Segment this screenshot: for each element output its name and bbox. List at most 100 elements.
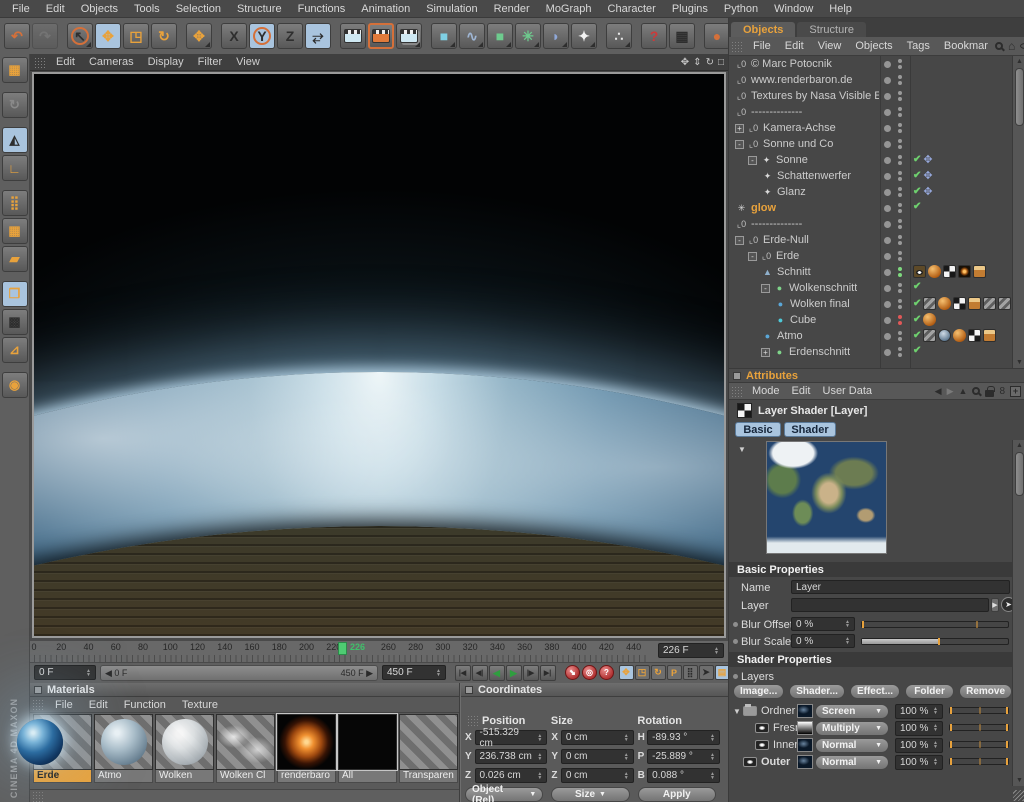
panel-icon[interactable] xyxy=(733,372,741,380)
tree-row--[interactable]: ⌞0-------------- xyxy=(729,104,1024,120)
tab-objects[interactable]: Objects xyxy=(731,22,795,37)
tree-row-erde-null[interactable]: -⌞0Erde-Null xyxy=(729,232,1024,248)
layer-dot-icon[interactable] xyxy=(884,109,891,116)
layer-dot-icon[interactable] xyxy=(884,349,891,356)
menu-help[interactable]: Help xyxy=(821,2,860,16)
shader-layer-row-outer[interactable]: OuterNormal▼100 %▲▼ xyxy=(729,754,1012,770)
materials-menu-function[interactable]: Function xyxy=(116,699,174,711)
viewport-menu-display[interactable]: Display xyxy=(141,56,191,68)
layer-field[interactable] xyxy=(791,598,989,612)
visibility-dots-icon[interactable] xyxy=(898,107,902,117)
enabled-check-icon[interactable]: ✔ xyxy=(913,298,921,309)
expression-tag-icon[interactable]: ✥ xyxy=(923,153,932,166)
add-deformer-icon[interactable]: ◗ xyxy=(543,23,569,49)
remove-button[interactable]: Remove xyxy=(959,684,1012,699)
move-tool-icon[interactable]: ✥ xyxy=(95,23,121,49)
eye-filter-icon[interactable] xyxy=(1020,43,1024,49)
layer-menu-icon[interactable]: ▶ xyxy=(991,598,999,612)
menu-window[interactable]: Window xyxy=(766,2,821,16)
search-icon[interactable] xyxy=(972,387,980,395)
texture-mode-icon[interactable]: ▩ xyxy=(2,309,28,335)
stepper-icon[interactable]: ▲▼ xyxy=(711,647,719,655)
point-mode-icon[interactable]: ⣿ xyxy=(2,190,28,216)
timeline-playhead[interactable] xyxy=(338,642,347,655)
redo-icon[interactable]: ↷ xyxy=(32,23,58,49)
uvw-tag-icon[interactable] xyxy=(953,297,966,310)
material-thumbnail-earth[interactable] xyxy=(33,714,92,770)
next-key-button[interactable]: |▶ xyxy=(523,665,539,681)
objects-menu-file[interactable]: File xyxy=(746,40,778,52)
layer-thumbnail[interactable] xyxy=(797,738,813,752)
layer-dot-icon[interactable] xyxy=(884,125,891,132)
add-mograph-icon[interactable]: ✳ xyxy=(515,23,541,49)
menu-character[interactable]: Character xyxy=(600,2,664,16)
enabled-check-icon[interactable]: ✔ xyxy=(913,330,921,341)
enabled-check-icon[interactable]: ✔ xyxy=(913,201,921,212)
enabled-check-icon[interactable]: ✔ xyxy=(913,170,921,181)
viewport-menu-cameras[interactable]: Cameras xyxy=(82,56,141,68)
timeline-ruler[interactable]: 0204060801001201401601802002202602803003… xyxy=(34,641,650,663)
folder-icon[interactable] xyxy=(743,706,757,716)
material-item[interactable]: Transparen xyxy=(399,714,458,783)
coords-field-size-z[interactable]: 0 cm▲▼ xyxy=(561,768,634,783)
visibility-dots-icon[interactable] xyxy=(898,315,902,325)
polygon-mode-icon[interactable]: ▰ xyxy=(2,246,28,272)
coords-field-size-y[interactable]: 0 cm▲▼ xyxy=(561,749,634,764)
history-back-icon[interactable]: ◀ xyxy=(935,386,942,397)
objectrel-dropdown[interactable]: Object (Rel)▼ xyxy=(465,787,543,802)
parent-up-icon[interactable]: ▲ xyxy=(959,386,968,396)
collapse-icon[interactable]: - xyxy=(735,236,744,245)
tree-row-textures-by-nasa-visible-eart[interactable]: ⌞0Textures by Nasa Visible Eart xyxy=(729,88,1024,104)
content-browser-icon[interactable]: ● xyxy=(704,23,730,49)
keyframe-selection-button[interactable]: ? xyxy=(599,665,614,680)
eye-icon[interactable] xyxy=(743,757,757,767)
phong-tag-icon[interactable] xyxy=(938,297,951,310)
material-thumbnail-flat-clouds[interactable] xyxy=(216,714,275,770)
shader-layer-row-inner[interactable]: InnerNormal▼100 %▲▼ xyxy=(729,737,1012,753)
enabled-check-icon[interactable]: ✔ xyxy=(913,154,921,165)
tree-row-wolkenschnitt[interactable]: -●Wolkenschnitt✔ xyxy=(729,280,1024,296)
coords-field-rotation-b[interactable]: 0.088 °▲▼ xyxy=(647,768,720,783)
pan-view-icon[interactable]: ✥ xyxy=(681,57,689,68)
phong-tag-icon[interactable] xyxy=(953,329,966,342)
glow-tag-icon[interactable] xyxy=(958,265,971,278)
tree-row-schnitt[interactable]: ▲Schnitt xyxy=(729,264,1024,280)
tree-row-sonne-und-co[interactable]: -⌞0Sonne und Co xyxy=(729,136,1024,152)
blend-mode-dropdown[interactable]: Screen▼ xyxy=(815,704,889,719)
stepper-icon[interactable]: ▲▼ xyxy=(433,669,441,677)
lock-icon[interactable] xyxy=(985,390,994,397)
key-rotation-toggle[interactable]: ↻ xyxy=(651,665,666,680)
folder-button[interactable]: Folder xyxy=(905,684,954,699)
add-spline-icon[interactable]: ∿ xyxy=(459,23,485,49)
y-axis-lock-icon[interactable]: Y xyxy=(249,23,275,49)
visibility-dots-icon[interactable] xyxy=(898,235,902,245)
object-mode-icon[interactable]: ◭ xyxy=(2,127,28,153)
material-thumbnail-clouds[interactable] xyxy=(155,714,214,770)
x-axis-lock-icon[interactable]: X xyxy=(221,23,247,49)
autokeying-button[interactable]: ◎ xyxy=(582,665,597,680)
eye-tag-icon[interactable] xyxy=(913,265,926,278)
layer-dot-icon[interactable] xyxy=(884,173,891,180)
attributes-menu-user-data[interactable]: User Data xyxy=(817,385,879,397)
layer-dot-icon[interactable] xyxy=(884,333,891,340)
apply-button[interactable]: Apply xyxy=(638,787,716,802)
visibility-dots-icon[interactable] xyxy=(898,203,902,213)
eye-icon[interactable] xyxy=(755,740,769,750)
attributes-menu-edit[interactable]: Edit xyxy=(786,385,817,397)
coords-field-size-x[interactable]: 0 cm▲▼ xyxy=(561,730,634,745)
goto-end-button[interactable]: ▶| xyxy=(540,665,556,681)
tree-row-glanz[interactable]: ✦Glanz✔✥ xyxy=(729,184,1024,200)
add-cube-icon[interactable]: ■ xyxy=(431,23,457,49)
layer-dot-icon[interactable] xyxy=(884,237,891,244)
scroll-up-icon[interactable]: ▲ xyxy=(1013,440,1024,451)
goto-start-button[interactable]: |◀ xyxy=(455,665,471,681)
visibility-dots-icon[interactable] xyxy=(898,171,902,181)
panel-grip[interactable] xyxy=(731,386,744,397)
visibility-dots-icon[interactable] xyxy=(898,139,902,149)
attributes-menu-mode[interactable]: Mode xyxy=(746,385,786,397)
material-thumbnail-atmo[interactable] xyxy=(94,714,153,770)
layer-opacity-field[interactable]: 100 %▲▼ xyxy=(895,755,943,770)
panel-icon[interactable] xyxy=(465,686,473,694)
expression-tag-icon[interactable]: ✥ xyxy=(923,169,932,182)
visibility-dots-icon[interactable] xyxy=(898,347,902,357)
